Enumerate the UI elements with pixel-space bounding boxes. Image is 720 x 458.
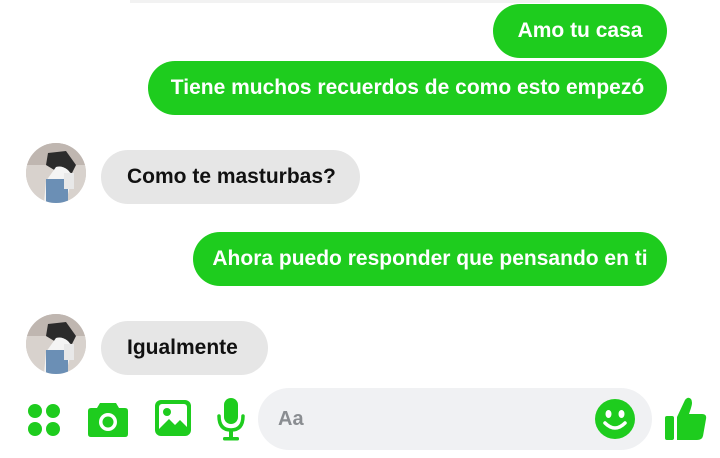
message-bubble-incoming[interactable]: Como te masturbas?: [101, 150, 360, 204]
avatar[interactable]: [26, 314, 86, 374]
microphone-icon[interactable]: [216, 397, 246, 441]
message-input[interactable]: Aa: [258, 388, 652, 450]
image-icon[interactable]: [154, 399, 192, 437]
emoji-icon[interactable]: [594, 398, 636, 440]
message-bubble-outgoing[interactable]: Amo tu casa: [493, 4, 667, 58]
message-text: Como te masturbas?: [127, 165, 336, 188]
previous-message-edge: [130, 0, 550, 3]
message-input-placeholder: Aa: [278, 407, 304, 430]
camera-icon[interactable]: [87, 400, 129, 438]
thumbs-up-icon[interactable]: [664, 396, 708, 442]
composer-bar: Aa: [0, 385, 720, 458]
message-text: Amo tu casa: [517, 19, 643, 42]
message-text: Tiene muchos recuerdos de como esto empe…: [170, 76, 645, 99]
apps-icon[interactable]: [26, 402, 62, 438]
message-text: Ahora puedo responder que pensando en ti: [212, 247, 648, 270]
message-bubble-outgoing[interactable]: Ahora puedo responder que pensando en ti: [193, 232, 667, 286]
message-text: Igualmente: [127, 336, 238, 359]
message-bubble-outgoing[interactable]: Tiene muchos recuerdos de como esto empe…: [148, 61, 667, 115]
message-bubble-incoming[interactable]: Igualmente: [101, 321, 268, 375]
avatar[interactable]: [26, 143, 86, 203]
